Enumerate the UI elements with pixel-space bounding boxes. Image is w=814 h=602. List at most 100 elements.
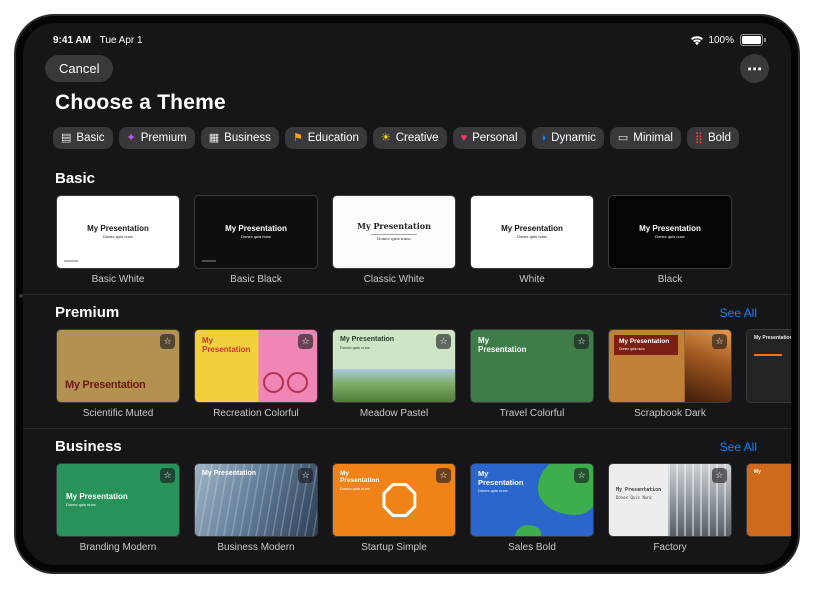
theme-thumbnail[interactable]: My Presentation Donec quis nunc (609, 196, 731, 268)
theme-thumbnail[interactable]: My Presentation Donec quis nunc (333, 196, 455, 268)
theme-thumbnail[interactable]: ☆ My (747, 464, 791, 536)
section-title-business: Business (55, 438, 122, 455)
thumb-subtitle: Donec quis nunc (103, 235, 133, 240)
theme-card-scientific-muted[interactable]: ☆ My Presentation Scientific Muted (57, 330, 179, 419)
theme-thumbnail[interactable]: ☆ My Presentation Donec quis nunc (471, 464, 593, 536)
premium-star-icon: ☆ (574, 334, 589, 349)
theme-thumbnail[interactable]: ☆ My Presentation (57, 330, 179, 402)
thumb-title: My Presentation (616, 488, 661, 494)
thumb-title: My Presentation (87, 224, 149, 233)
theme-thumbnail[interactable]: ☆ My Presentation (195, 330, 317, 402)
category-label: Minimal (633, 132, 673, 144)
page-title: Choose a Theme (23, 83, 791, 115)
theme-card-premium-partial[interactable]: ☆ My Presentation (747, 330, 791, 419)
premium-star-icon: ☆ (574, 468, 589, 483)
category-chip-minimal[interactable]: ▭ Minimal (610, 127, 681, 149)
theme-caption: Recreation Colorful (213, 408, 299, 419)
theme-card-basic-black[interactable]: My Presentation Donec quis nunc Basic Bl… (195, 196, 317, 285)
theme-card-white[interactable]: My Presentation Donec quis nunc White (471, 196, 593, 285)
section-business: Business See All ☆ My Presentation Donec… (23, 428, 791, 562)
theme-caption: Basic Black (230, 274, 282, 285)
thumb-title: My Presentation (501, 224, 563, 233)
theme-row-premium: ☆ My Presentation Scientific Muted ☆ My … (23, 328, 791, 428)
theme-caption: Sales Bold (508, 542, 556, 553)
category-chip-personal[interactable]: ♥ Personal (453, 127, 526, 149)
theme-card-travel-colorful[interactable]: ☆ My Presentation Travel Colorful (471, 330, 593, 419)
theme-card-business-partial[interactable]: ☆ My (747, 464, 791, 553)
ipad-device-frame: 9:41 AM Tue Apr 1 100% Cancel ⋯ Choose a… (14, 14, 800, 574)
premium-star-icon: ☆ (712, 334, 727, 349)
premium-star-icon: ☆ (160, 468, 175, 483)
thumb-subtitle: Donec quis nunc (66, 503, 96, 508)
status-time: 9:41 AM (53, 35, 91, 46)
theme-thumbnail[interactable]: ☆ My Presentation Donec quis nunc (333, 464, 455, 536)
status-left: 9:41 AM Tue Apr 1 (53, 35, 149, 46)
section-basic: Basic My Presentation Donec quis nunc Ba… (23, 161, 791, 294)
theme-caption: Basic White (92, 274, 145, 285)
thumb-title: My Presentation (225, 224, 287, 233)
theme-caption: Black (658, 274, 682, 285)
category-label: Basic (76, 132, 104, 144)
more-options-button[interactable]: ⋯ (740, 54, 769, 83)
theme-thumbnail[interactable]: ☆ My Presentation (471, 330, 593, 402)
category-chip-premium[interactable]: ✦ Premium (119, 127, 195, 149)
theme-card-business-modern[interactable]: ☆ My Presentation Business Modern (195, 464, 317, 553)
theme-row-basic: My Presentation Donec quis nunc Basic Wh… (23, 194, 791, 294)
category-chip-dynamic[interactable]: ◑ Dynamic (532, 127, 604, 149)
theme-card-sales-bold[interactable]: ☆ My Presentation Donec quis nunc Sales … (471, 464, 593, 553)
category-filter-bar: ▤ Basic ✦ Premium ▦ Business ⚑ Education… (23, 115, 791, 161)
thumb-title: My Presentation (65, 379, 145, 392)
battery-icon (740, 34, 763, 46)
theme-thumbnail[interactable]: ☆ My Presentation (195, 464, 317, 536)
theme-caption: Business Modern (217, 542, 294, 553)
theme-caption: Factory (653, 542, 686, 553)
theme-caption: Branding Modern (80, 542, 157, 553)
category-label: Education (308, 132, 359, 144)
section-title-basic: Basic (55, 170, 95, 187)
theme-card-scrapbook-dark[interactable]: ☆ My Presentation Donec quis nunc Scrapb… (609, 330, 731, 419)
theme-card-branding-modern[interactable]: ☆ My Presentation Donec quis nunc Brandi… (57, 464, 179, 553)
premium-category-icon: ✦ (127, 133, 136, 144)
theme-card-meadow-pastel[interactable]: ☆ My Presentation Donec quis nunc Meadow… (333, 330, 455, 419)
category-chip-bold[interactable]: ⣿ Bold (687, 127, 739, 149)
status-bar: 9:41 AM Tue Apr 1 100% (23, 23, 791, 46)
battery-percent: 100% (708, 35, 734, 46)
theme-thumbnail[interactable]: My Presentation Donec quis nunc (57, 196, 179, 268)
theme-card-classic-white[interactable]: My Presentation Donec quis nunc Classic … (333, 196, 455, 285)
theme-card-startup-simple[interactable]: ☆ My Presentation Donec quis nunc Startu… (333, 464, 455, 553)
see-all-link-business[interactable]: See All (720, 440, 757, 454)
cancel-button[interactable]: Cancel (45, 55, 113, 82)
theme-thumbnail[interactable]: ☆ My Presentation Donec Quis Nunc (609, 464, 731, 536)
category-chip-business[interactable]: ▦ Business (201, 127, 279, 149)
category-chip-creative[interactable]: ☀ Creative (373, 127, 447, 149)
education-category-icon: ⚑ (293, 133, 303, 144)
theme-card-black[interactable]: My Presentation Donec quis nunc Black (609, 196, 731, 285)
theme-card-factory[interactable]: ☆ My Presentation Donec Quis Nunc Factor… (609, 464, 731, 553)
theme-caption: Meadow Pastel (360, 408, 428, 419)
theme-thumbnail[interactable]: ☆ My Presentation Donec quis nunc (57, 464, 179, 536)
see-all-link-premium[interactable]: See All (720, 306, 757, 320)
theme-thumbnail[interactable]: ☆ My Presentation Donec quis nunc (333, 330, 455, 402)
theme-card-recreation-colorful[interactable]: ☆ My Presentation Recreation Colorful (195, 330, 317, 419)
theme-thumbnail[interactable]: ☆ My Presentation (747, 330, 791, 402)
theme-caption: Scientific Muted (83, 408, 154, 419)
theme-thumbnail[interactable]: My Presentation Donec quis nunc (471, 196, 593, 268)
category-chip-education[interactable]: ⚑ Education (285, 127, 367, 149)
category-chip-basic[interactable]: ▤ Basic (53, 127, 113, 149)
thumb-subtitle: Donec quis nunc (619, 347, 673, 351)
thumb-subtitle: Donec quis nunc (241, 235, 271, 240)
theme-caption: Classic White (364, 274, 425, 285)
minimal-category-icon: ▭ (618, 133, 628, 144)
thumb-subtitle: Donec quis nunc (340, 487, 370, 492)
category-label: Premium (141, 132, 187, 144)
thumb-title: My Presentation (619, 338, 673, 345)
theme-card-basic-white[interactable]: My Presentation Donec quis nunc Basic Wh… (57, 196, 179, 285)
premium-star-icon: ☆ (298, 468, 313, 483)
thumb-subtitle: Donec quis nunc (377, 237, 411, 242)
category-label: Personal (472, 132, 517, 144)
theme-thumbnail[interactable]: My Presentation Donec quis nunc (195, 196, 317, 268)
theme-thumbnail[interactable]: ☆ My Presentation Donec quis nunc (609, 330, 731, 402)
category-label: Creative (396, 132, 439, 144)
thumb-title: My Presentation (202, 336, 250, 354)
keynote-theme-chooser-screen: 9:41 AM Tue Apr 1 100% Cancel ⋯ Choose a… (23, 23, 791, 565)
